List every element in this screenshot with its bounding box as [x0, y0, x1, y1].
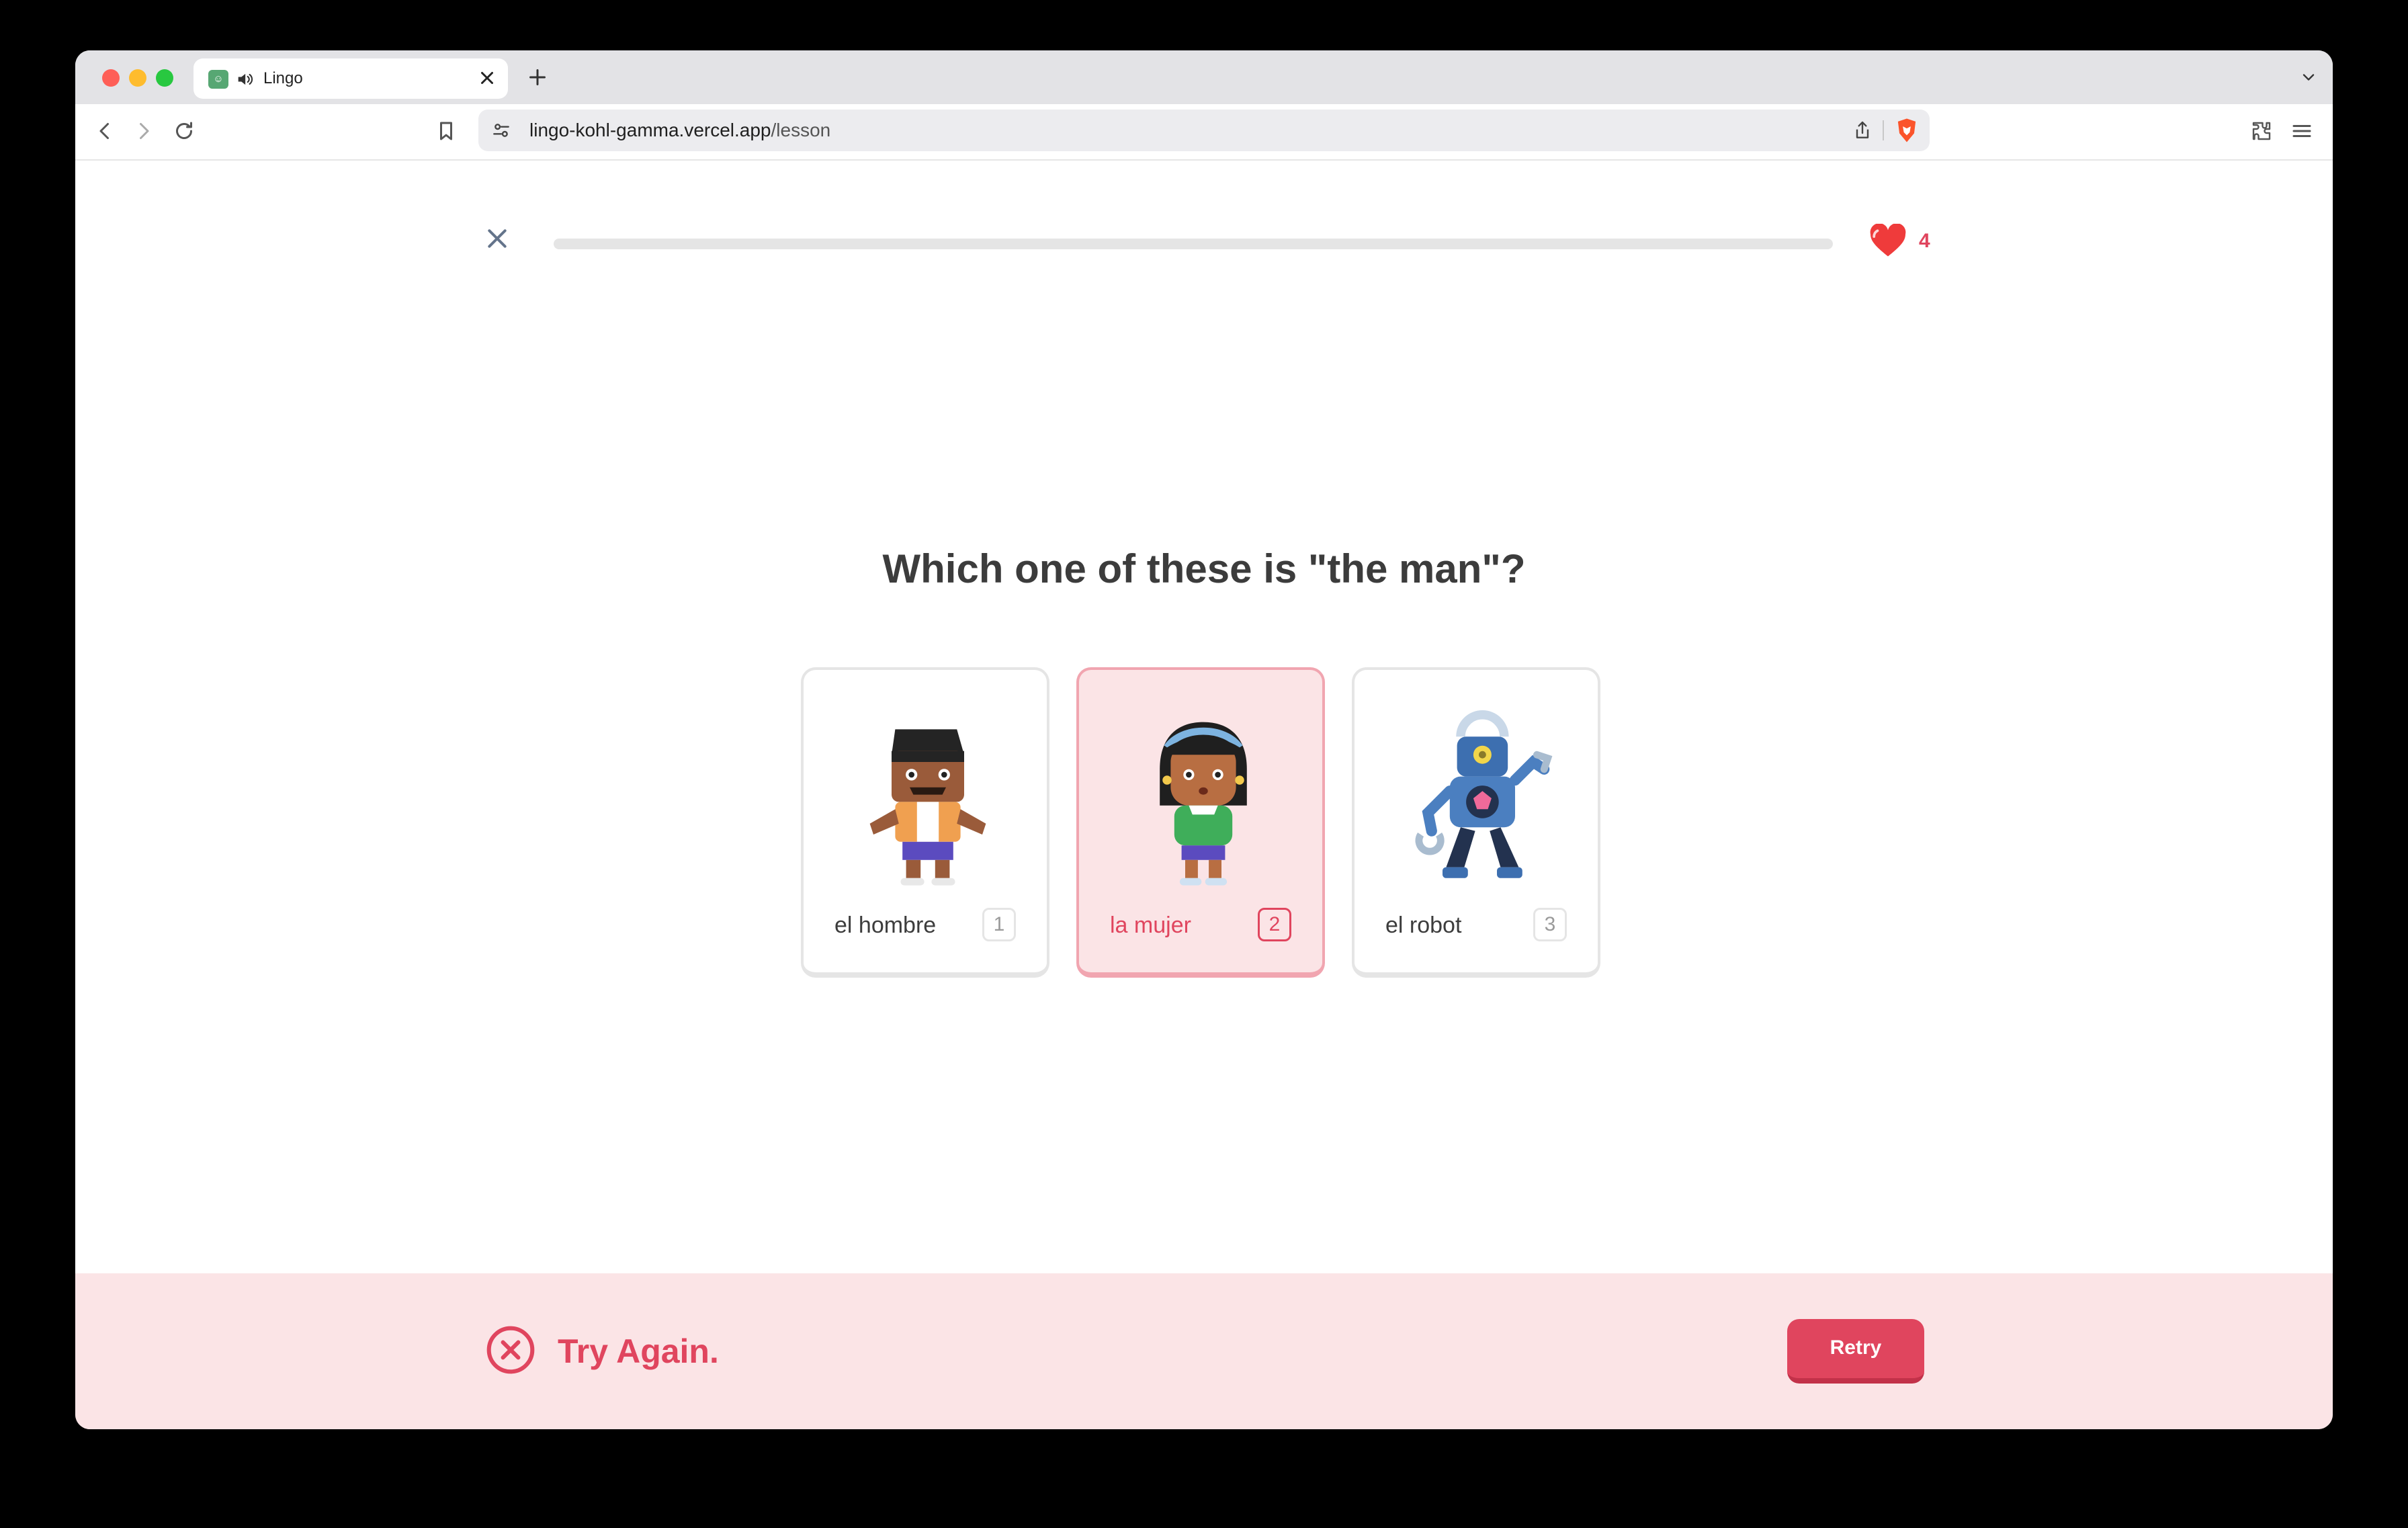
share-icon[interactable] — [1852, 120, 1873, 141]
back-icon[interactable] — [93, 119, 117, 143]
option-label: la mujer — [1110, 912, 1191, 938]
brave-shield-icon[interactable] — [1895, 118, 1919, 143]
speaker-icon[interactable] — [235, 70, 254, 89]
address-bar[interactable]: lingo-kohl-gamma.vercel.app/lesson — [478, 110, 1930, 151]
bookmark-icon[interactable] — [434, 119, 458, 143]
option-card-el-hombre[interactable]: el hombre 1 — [801, 667, 1049, 978]
new-tab-icon[interactable] — [525, 65, 550, 89]
tab-strip: ☺ Lingo — [75, 50, 2333, 104]
browser-window: ☺ Lingo lingo-kohl-gamma.vercel.app/less… — [75, 50, 2333, 1429]
woman-illustration — [1160, 722, 1247, 886]
heart-icon — [1870, 224, 1906, 257]
hearts-count: 4 — [1919, 230, 1930, 252]
lesson-page: 4 Which one of these is "the man"? el ho… — [75, 159, 2333, 1429]
url-text: lingo-kohl-gamma.vercel.app/lesson — [529, 120, 830, 141]
zoom-window-button[interactable] — [156, 69, 173, 87]
feedback-message: Try Again. — [558, 1332, 719, 1370]
close-tab-icon[interactable] — [477, 68, 497, 88]
url-host: lingo-kohl-gamma.vercel.app — [529, 120, 771, 140]
reload-icon[interactable] — [172, 119, 196, 143]
url-path: /lesson — [771, 120, 831, 140]
close-window-button[interactable] — [102, 69, 120, 87]
extensions-icon[interactable] — [2249, 119, 2274, 143]
option-shortcut-badge: 2 — [1258, 908, 1291, 941]
question-title: Which one of these is "the man"? — [882, 546, 1526, 591]
browser-tab[interactable]: ☺ Lingo — [194, 58, 508, 99]
lingo-favicon-icon: ☺ — [208, 70, 228, 89]
option-card-el-robot[interactable]: el robot 3 — [1352, 667, 1600, 978]
lesson-footer: Try Again. Retry — [75, 1273, 2333, 1429]
option-label: el hombre — [834, 912, 937, 938]
site-settings-icon[interactable] — [490, 120, 512, 141]
x-circle-icon — [486, 1326, 535, 1374]
man-illustration — [869, 729, 986, 886]
option-shortcut-badge: 1 — [982, 908, 1016, 941]
chevron-down-icon[interactable] — [2299, 68, 2318, 87]
option-label: el robot — [1385, 912, 1462, 938]
address-divider — [1883, 120, 1884, 140]
browser-toolbar: lingo-kohl-gamma.vercel.app/lesson — [75, 104, 2333, 161]
robot-illustration — [1415, 710, 1553, 878]
tab-title: Lingo — [263, 69, 303, 87]
menu-icon[interactable] — [2290, 119, 2314, 143]
forward-icon[interactable] — [132, 119, 156, 143]
option-card-la-mujer[interactable]: la mujer 2 — [1076, 667, 1325, 978]
retry-button[interactable]: Retry — [1787, 1319, 1924, 1384]
close-lesson-icon[interactable] — [484, 225, 511, 252]
minimize-window-button[interactable] — [129, 69, 146, 87]
option-shortcut-badge: 3 — [1533, 908, 1567, 941]
lesson-progress-bar — [554, 239, 1833, 249]
